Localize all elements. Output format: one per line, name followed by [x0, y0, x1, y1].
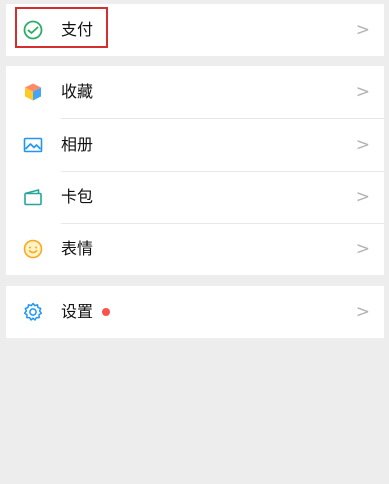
pay-group: 支付 >: [6, 4, 384, 56]
menu-item-label: 设置: [61, 302, 94, 321]
menu-item-label: 卡包: [61, 187, 94, 206]
features-group: 收藏 > 相册 > 卡包 > 表情 >: [6, 66, 384, 275]
card-wallet-icon: [22, 186, 44, 208]
menu-item-pay[interactable]: 支付 >: [6, 4, 384, 56]
menu-item-stickers[interactable]: 表情 >: [6, 223, 384, 275]
wechat-pay-icon: [22, 19, 44, 41]
smiley-sticker-icon: [22, 238, 44, 260]
chevron-right-icon: >: [355, 82, 370, 102]
chevron-right-icon: >: [355, 20, 370, 40]
menu-item-label: 相册: [61, 135, 94, 154]
cube-favorites-icon: [22, 81, 44, 103]
menu-item-cards[interactable]: 卡包 >: [6, 171, 384, 223]
notification-dot: [102, 308, 110, 316]
menu-item-album[interactable]: 相册 >: [6, 119, 384, 171]
settings-group: 设置 >: [6, 286, 384, 338]
me-menu-screen: 支付 > 收藏 > 相册 > 卡包 > 表情 > 设置 >: [6, 0, 384, 484]
chevron-right-icon: >: [355, 187, 370, 207]
chevron-right-icon: >: [355, 239, 370, 259]
photo-album-icon: [22, 134, 44, 156]
menu-item-label: 收藏: [61, 82, 94, 101]
gear-icon: [22, 301, 44, 323]
menu-item-settings[interactable]: 设置 >: [6, 286, 384, 338]
chevron-right-icon: >: [355, 135, 370, 155]
menu-item-favorites[interactable]: 收藏 >: [6, 66, 384, 118]
chevron-right-icon: >: [355, 302, 370, 322]
menu-item-label: 表情: [61, 239, 94, 258]
menu-item-label: 支付: [61, 20, 94, 39]
